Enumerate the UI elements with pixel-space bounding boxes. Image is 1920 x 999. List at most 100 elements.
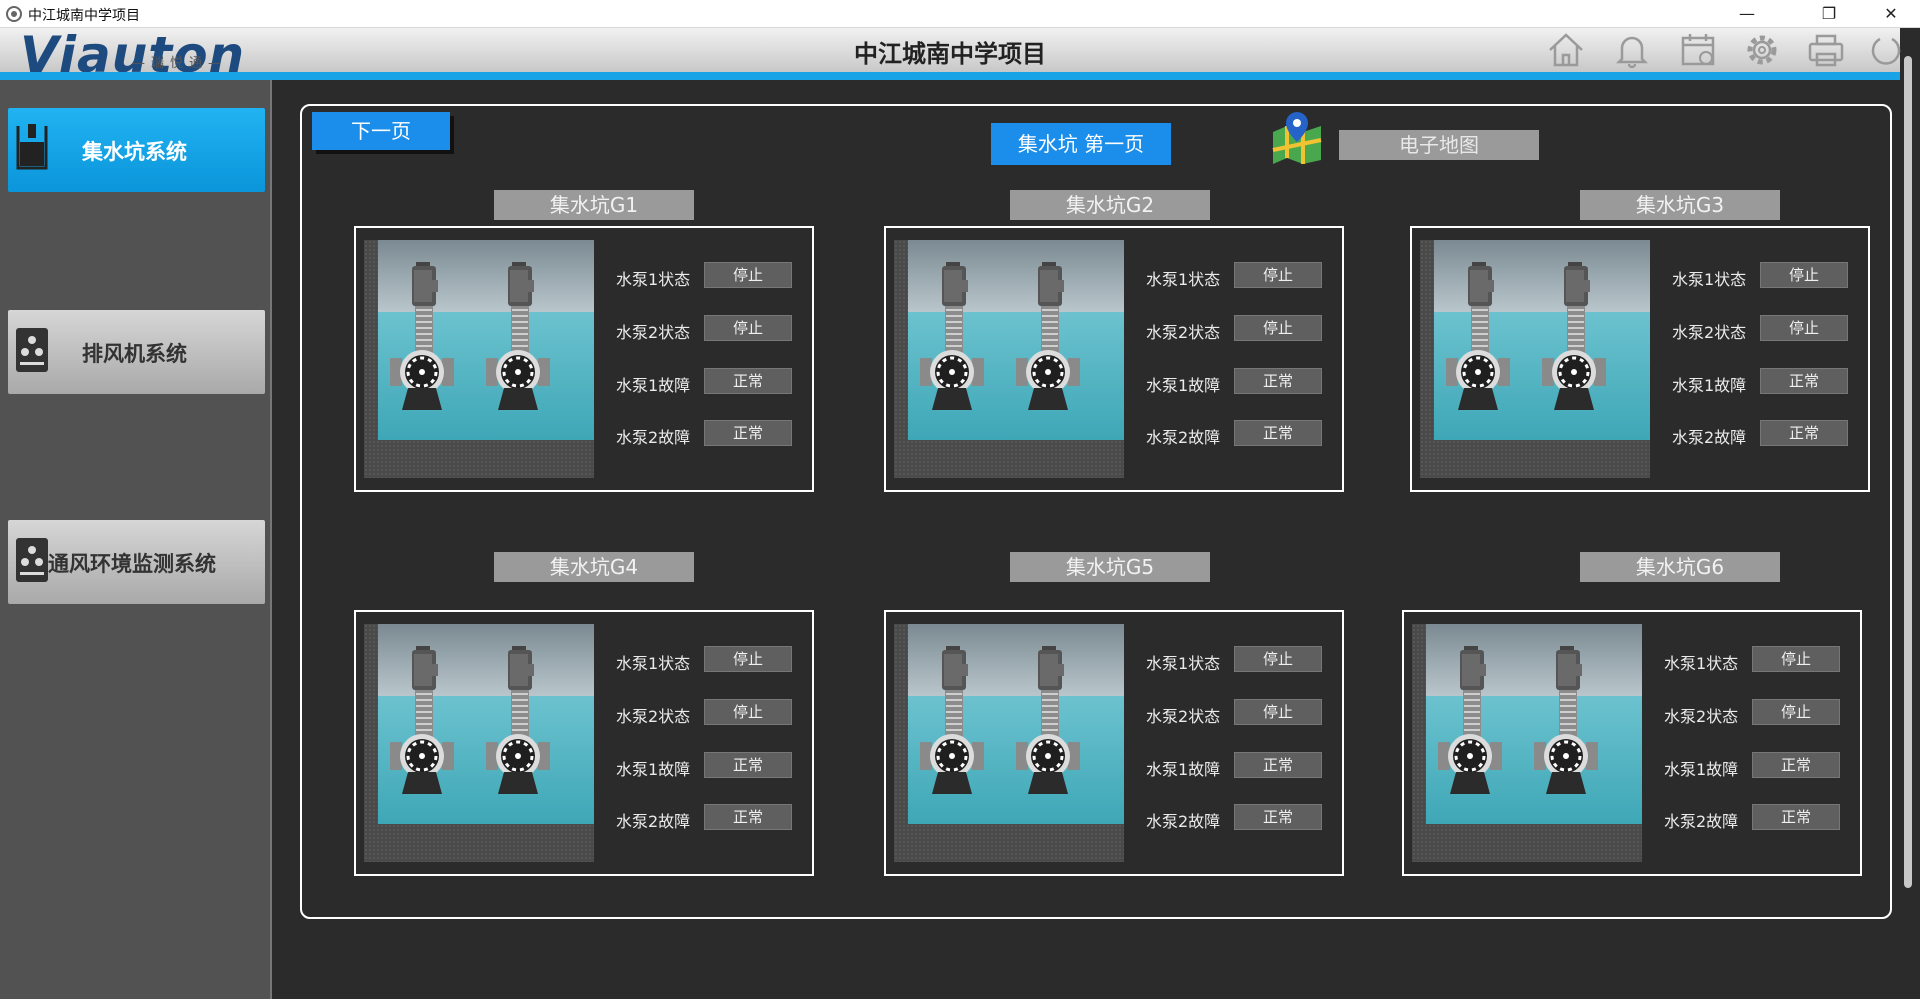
status-label: 水泵1状态 [1146, 654, 1221, 673]
status-value: 停止 [1234, 315, 1322, 341]
status-label: 水泵1状态 [616, 270, 691, 289]
status-label: 水泵1故障 [616, 760, 691, 779]
sidebar: 集水坑系统 排风机系统 通风环境监测系统 [0, 80, 272, 999]
pump-icon [486, 646, 550, 794]
status-value: 停止 [1234, 262, 1322, 288]
window-titlebar: 中江城南中学项目 — ❐ ✕ [0, 0, 1920, 28]
home-icon[interactable] [1546, 30, 1586, 70]
status-label: 水泵1故障 [616, 376, 691, 395]
status-value: 正常 [1752, 804, 1840, 830]
vertical-scrollbar[interactable] [1904, 56, 1912, 888]
sidebar-item-sump[interactable]: 集水坑系统 [8, 108, 265, 192]
pump-icon [1016, 646, 1080, 794]
app-header: Viauton 中江城南中学项目 [0, 26, 1901, 84]
status-label: 水泵2故障 [616, 812, 691, 831]
printer-icon[interactable] [1806, 30, 1846, 70]
pump-icon [390, 646, 454, 794]
maximize-button[interactable]: ❐ [1800, 0, 1858, 28]
status-label: 水泵1状态 [1146, 270, 1221, 289]
status-label: 水泵2状态 [1672, 323, 1747, 342]
status-label: 水泵2状态 [616, 323, 691, 342]
status-label: 水泵2状态 [616, 707, 691, 726]
map-icon[interactable] [1269, 110, 1325, 166]
sump-tank-image [364, 624, 594, 862]
pump-icon [920, 262, 984, 410]
status-label: 水泵1故障 [1146, 376, 1221, 395]
status-value: 停止 [1752, 699, 1840, 725]
sump-pit-title: 集水坑G6 [1580, 552, 1780, 582]
sump-tank-image [364, 240, 594, 478]
status-label: 水泵1状态 [616, 654, 691, 673]
status-value: 正常 [704, 752, 792, 778]
status-value: 停止 [704, 315, 792, 341]
sidebar-item-ventilation-monitor[interactable]: 通风环境监测系统 [8, 520, 265, 604]
status-label: 水泵2状态 [1146, 323, 1221, 342]
sump-pit-g3: 集水坑G3 水泵1状态 停止 水泵2状态 停止 水泵1故障 正常 水泵2故障 正常 [1410, 190, 1870, 520]
sump-pit-g2: 集水坑G2 水泵1状态 停止 水泵2状态 停止 水泵1故障 正常 水泵2故障 正常 [884, 190, 1344, 520]
status-label: 水泵2状态 [1664, 707, 1739, 726]
sump-tank-image [1420, 240, 1650, 478]
status-value: 正常 [1752, 752, 1840, 778]
sidebar-item-label: 排风机系统 [82, 342, 187, 366]
sidebar-item-label: 集水坑系统 [82, 140, 187, 164]
status-value: 停止 [704, 646, 792, 672]
status-value: 正常 [1234, 804, 1322, 830]
status-label: 水泵2故障 [1146, 812, 1221, 831]
status-value: 正常 [704, 368, 792, 394]
bell-icon[interactable] [1612, 30, 1652, 70]
sidebar-item-exhaust-fan[interactable]: 排风机系统 [8, 310, 265, 394]
status-label: 水泵1故障 [1664, 760, 1739, 779]
pump-icon [1016, 262, 1080, 410]
sump-tank-image [894, 624, 1124, 862]
status-value: 停止 [1752, 646, 1840, 672]
app-icon [6, 6, 22, 22]
status-value: 正常 [1234, 368, 1322, 394]
sump-tank-image [894, 240, 1124, 478]
sump-pit-title: 集水坑G5 [1010, 552, 1210, 582]
status-label: 水泵1状态 [1664, 654, 1739, 673]
status-value: 停止 [704, 699, 792, 725]
status-value: 停止 [1234, 646, 1322, 672]
logo-subtitle: —瑞悦通— [132, 56, 228, 71]
gear-icon[interactable] [1742, 30, 1782, 70]
sump-pit-g6: 集水坑G6 水泵1状态 停止 水泵2状态 停止 水泵1故障 正常 水泵2故障 正常 [1402, 552, 1862, 882]
status-value: 正常 [1760, 420, 1848, 446]
pump-icon [390, 262, 454, 410]
window-title: 中江城南中学项目 [28, 8, 140, 24]
sump-pit-g4: 集水坑G4 水泵1状态 停止 水泵2状态 停止 水泵1故障 正常 水泵2故障 正常 [354, 552, 814, 882]
power-icon[interactable] [1866, 30, 1906, 70]
fan-icon [16, 328, 48, 372]
sump-pit-g5: 集水坑G5 水泵1状态 停止 水泵2状态 停止 水泵1故障 正常 水泵2故障 正常 [884, 552, 1344, 882]
pump-icon [1542, 262, 1606, 410]
close-button[interactable]: ✕ [1862, 0, 1920, 28]
sump-pit-panel: 水泵1状态 停止 水泵2状态 停止 水泵1故障 正常 水泵2故障 正常 [884, 610, 1344, 876]
status-value: 停止 [1234, 699, 1322, 725]
status-value: 停止 [1760, 315, 1848, 341]
sump-pit-title: 集水坑G4 [494, 552, 694, 582]
pump-icon [920, 646, 984, 794]
next-page-button[interactable]: 下一页 [312, 112, 450, 150]
calendar-icon[interactable] [1678, 30, 1718, 70]
sump-pit-title: 集水坑G2 [1010, 190, 1210, 220]
sidebar-item-label: 通风环境监测系统 [48, 552, 216, 576]
minimize-button[interactable]: — [1718, 0, 1776, 28]
status-value: 正常 [704, 420, 792, 446]
status-label: 水泵2故障 [1146, 428, 1221, 447]
fan-icon [16, 538, 48, 582]
sump-pit-panel: 水泵1状态 停止 水泵2状态 停止 水泵1故障 正常 水泵2故障 正常 [884, 226, 1344, 492]
status-value: 正常 [1234, 420, 1322, 446]
status-label: 水泵2故障 [1672, 428, 1747, 447]
sump-pit-panel: 水泵1状态 停止 水泵2状态 停止 水泵1故障 正常 水泵2故障 正常 [354, 610, 814, 876]
sump-icon [16, 124, 48, 170]
status-label: 水泵1状态 [1672, 270, 1747, 289]
pump-icon [1438, 646, 1502, 794]
header-accent-line [0, 72, 1900, 80]
status-value: 停止 [704, 262, 792, 288]
status-value: 正常 [1234, 752, 1322, 778]
electronic-map-button[interactable]: 电子地图 [1339, 130, 1539, 160]
sump-tank-image [1412, 624, 1642, 862]
sump-pit-panel: 水泵1状态 停止 水泵2状态 停止 水泵1故障 正常 水泵2故障 正常 [1410, 226, 1870, 492]
sump-pit-g1: 集水坑G1 水泵1状态 停止 水泵2状态 停止 水泵1故障 正常 水泵2故障 正常 [354, 190, 814, 520]
page-indicator: 集水坑 第一页 [991, 123, 1171, 165]
sump-pit-title: 集水坑G3 [1580, 190, 1780, 220]
